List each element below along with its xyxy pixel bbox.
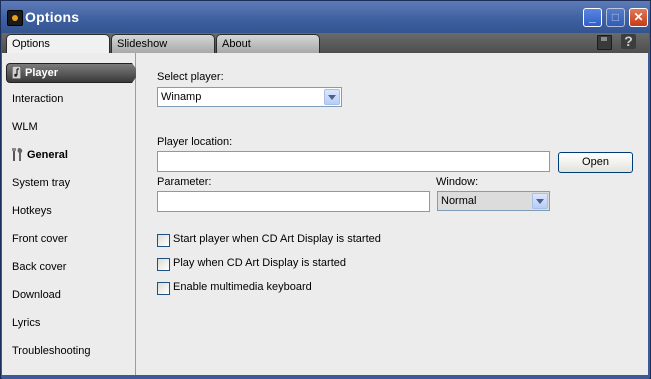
tab-about[interactable]: About xyxy=(216,34,320,53)
chevron-down-icon[interactable] xyxy=(324,89,340,105)
sidebar-item-lyrics[interactable]: Lyrics xyxy=(12,314,40,332)
sidebar-item-troubleshooting[interactable]: Troubleshooting xyxy=(12,342,90,360)
window-bottom-border xyxy=(2,375,649,379)
chevron-down-icon[interactable] xyxy=(532,193,548,209)
title-bar[interactable]: Options _ □ ✕ xyxy=(1,1,650,33)
window-select-value: Normal xyxy=(441,195,477,207)
window-select[interactable]: Normal xyxy=(437,191,550,211)
options-window: Options _ □ ✕ Slideshow About Options ? … xyxy=(0,0,651,379)
start-player-label[interactable]: Start player when CD Art Display is star… xyxy=(173,233,381,245)
sidebar-item-front-cover[interactable]: Front cover xyxy=(12,230,68,248)
sidebar-item-system-tray[interactable]: System tray xyxy=(12,174,70,192)
options-panel: Player Interaction WLM General System tr… xyxy=(2,53,648,375)
sidebar: Player Interaction WLM General System tr… xyxy=(2,53,139,375)
app-icon xyxy=(7,10,23,26)
window-title: Options xyxy=(25,9,80,25)
sidebar-item-general[interactable]: General xyxy=(12,146,68,164)
multimedia-keyboard-label[interactable]: Enable multimedia keyboard xyxy=(173,281,312,293)
tab-bar: Slideshow About Options ? xyxy=(2,33,649,54)
sidebar-item-download[interactable]: Download xyxy=(12,286,61,304)
save-icon[interactable] xyxy=(597,35,612,50)
maximize-icon: □ xyxy=(611,10,620,24)
tab-slideshow[interactable]: Slideshow xyxy=(111,34,215,53)
start-player-checkbox[interactable] xyxy=(157,234,170,247)
sidebar-item-wlm[interactable]: WLM xyxy=(12,118,38,136)
parameter-label: Parameter: xyxy=(157,176,212,188)
tools-icon xyxy=(12,148,23,161)
select-player-label: Select player: xyxy=(157,71,224,83)
sidebar-item-label: General xyxy=(27,149,68,161)
maximize-button[interactable]: □ xyxy=(606,8,625,27)
tab-options[interactable]: Options xyxy=(6,34,110,54)
sidebar-item-interaction[interactable]: Interaction xyxy=(12,90,63,108)
window-label: Window: xyxy=(436,176,479,188)
player-settings: Select player: Winamp Player location: O… xyxy=(136,53,648,375)
close-icon: ✕ xyxy=(633,10,644,24)
open-button[interactable]: Open xyxy=(558,152,633,173)
play-on-start-checkbox[interactable] xyxy=(157,258,170,271)
close-button[interactable]: ✕ xyxy=(629,8,648,27)
player-select[interactable]: Winamp xyxy=(157,87,342,107)
parameter-input[interactable] xyxy=(157,191,430,212)
sidebar-item-label: Player xyxy=(25,67,59,79)
player-select-value: Winamp xyxy=(161,91,202,103)
player-location-input[interactable] xyxy=(157,151,550,172)
sidebar-item-player[interactable]: Player xyxy=(6,63,139,83)
minimize-button[interactable]: _ xyxy=(583,8,602,27)
music-note-icon xyxy=(12,66,21,79)
multimedia-keyboard-checkbox[interactable] xyxy=(157,282,170,295)
player-location-label: Player location: xyxy=(157,136,233,148)
sidebar-item-back-cover[interactable]: Back cover xyxy=(12,258,66,276)
play-on-start-label[interactable]: Play when CD Art Display is started xyxy=(173,257,346,269)
sidebar-item-hotkeys[interactable]: Hotkeys xyxy=(12,202,52,220)
help-icon[interactable]: ? xyxy=(621,34,636,49)
minimize-icon: _ xyxy=(589,10,596,24)
